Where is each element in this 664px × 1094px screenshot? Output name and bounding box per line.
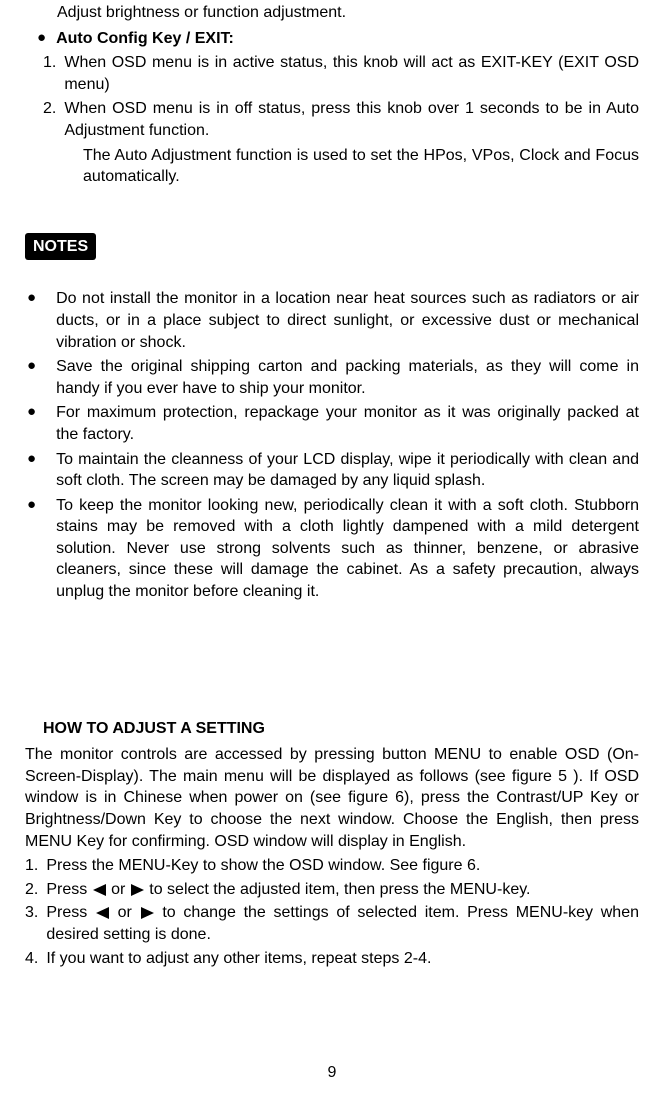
brightness-line: Adjust brightness or function adjustment…	[57, 2, 639, 24]
note-text: Do not install the monitor in a location…	[56, 288, 639, 353]
num-2: 2.	[43, 98, 56, 141]
step-text: If you want to adjust any other items, r…	[46, 948, 639, 970]
arrow-right-icon	[131, 884, 144, 896]
bullet-icon: ●	[27, 356, 36, 399]
step-1: 1. Press the MENU-Key to show the OSD wi…	[25, 855, 639, 877]
bullet-icon: ●	[37, 28, 46, 50]
step-text: Press or to change the settings of selec…	[46, 902, 639, 945]
auto-item-2-text2: The Auto Adjustment function is used to …	[83, 145, 639, 188]
arrow-left-icon	[96, 907, 109, 919]
note-item: ● Save the original shipping carton and …	[25, 356, 639, 399]
note-item: ● To maintain the cleanness of your LCD …	[25, 449, 639, 492]
note-text: Save the original shipping carton and pa…	[56, 356, 639, 399]
step-num: 3.	[25, 902, 38, 945]
howto-heading: HOW TO ADJUST A SETTING	[43, 718, 639, 740]
num-1: 1.	[43, 52, 56, 95]
notes-badge: NOTES	[25, 233, 96, 261]
auto-item-2: 2. When OSD menu is in off status, press…	[43, 98, 639, 141]
step-post: to select the adjusted item, then press …	[145, 881, 531, 898]
step-num: 2.	[25, 879, 38, 901]
auto-config-heading: Auto Config Key / EXIT:	[56, 28, 639, 50]
step-mid: or	[107, 881, 130, 898]
step-pre: Press	[46, 904, 95, 921]
arrow-right-icon	[141, 907, 154, 919]
step-mid: or	[110, 904, 140, 921]
note-item: ● Do not install the monitor in a locati…	[25, 288, 639, 353]
note-text: For maximum protection, repackage your m…	[56, 402, 639, 445]
bullet-icon: ●	[27, 288, 36, 353]
step-3: 3. Press or to change the settings of se…	[25, 902, 639, 945]
auto-item-2-text1: When OSD menu is in off status, press th…	[64, 98, 639, 141]
step-text: Press or to select the adjusted item, th…	[46, 879, 639, 901]
step-2: 2. Press or to select the adjusted item,…	[25, 879, 639, 901]
note-text: To keep the monitor looking new, periodi…	[56, 495, 639, 603]
note-text: To maintain the cleanness of your LCD di…	[56, 449, 639, 492]
note-item: ● To keep the monitor looking new, perio…	[25, 495, 639, 603]
step-num: 4.	[25, 948, 38, 970]
bullet-icon: ●	[27, 449, 36, 492]
note-item: ● For maximum protection, repackage your…	[25, 402, 639, 445]
step-num: 1.	[25, 855, 38, 877]
step-4: 4. If you want to adjust any other items…	[25, 948, 639, 970]
auto-config-heading-row: ● Auto Config Key / EXIT:	[37, 28, 639, 50]
auto-item-1: 1. When OSD menu is in active status, th…	[43, 52, 639, 95]
howto-intro: The monitor controls are accessed by pre…	[25, 744, 639, 852]
step-text: Press the MENU-Key to show the OSD windo…	[46, 855, 639, 877]
step-pre: Press	[46, 881, 91, 898]
arrow-left-icon	[93, 884, 106, 896]
page-number: 9	[0, 1062, 664, 1084]
bullet-icon: ●	[27, 402, 36, 445]
bullet-icon: ●	[27, 495, 36, 603]
auto-item-1-text: When OSD menu is in active status, this …	[64, 52, 639, 95]
